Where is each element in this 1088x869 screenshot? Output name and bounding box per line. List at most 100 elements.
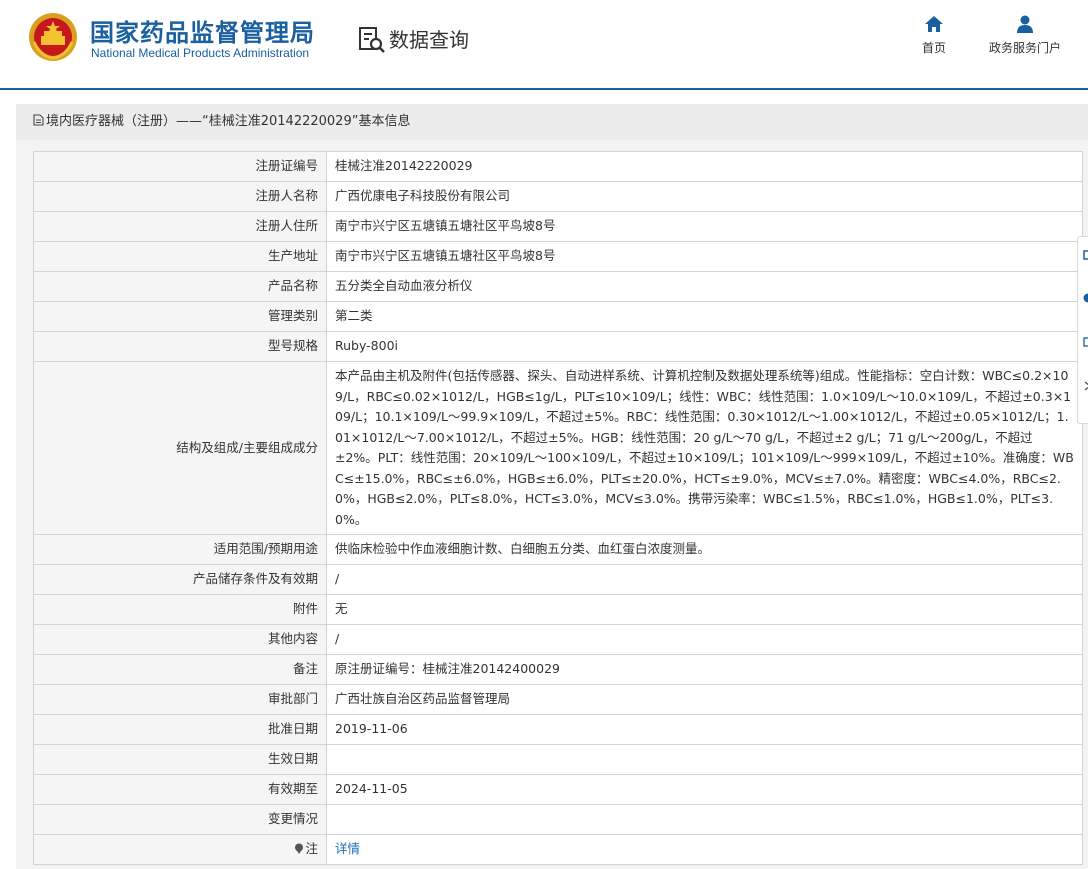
row-value: 南宁市兴宁区五塘镇五塘社区平鸟坡8号: [326, 241, 1083, 272]
info-table: 注册证编号 桂械注准20142220029 注册人名称 广西优康电子科技股份有限公司注…: [33, 151, 1083, 865]
row-label: 注册人名称: [33, 181, 327, 212]
row-label-text: 注: [305, 841, 318, 857]
row-value: /: [326, 624, 1083, 655]
row-value: 供临床检验中作血液细胞计数、白细胞五分类、血红蛋白浓度测量。: [326, 534, 1083, 565]
table-row: 管理类别 第二类: [33, 301, 1083, 332]
nav-service-portal-label: 政务服务门户: [988, 41, 1061, 55]
row-value: 桂械注准20142220029: [326, 151, 1083, 182]
table-row: 产品储存条件及有效期 /: [33, 564, 1083, 595]
row-value-text: 南宁市兴宁区五塘镇五塘社区平鸟坡8号: [335, 218, 556, 234]
detail-panel: 境内医疗器械（注册）——“桂械注准20142220029”基本信息 注册证编号 桂…: [16, 104, 1088, 869]
row-value-text: Ruby-800i: [335, 338, 399, 354]
document-icon: [33, 114, 44, 126]
row-label-text: 审批部门: [267, 691, 318, 707]
info-table-body: 注册证编号 桂械注准20142220029 注册人名称 广西优康电子科技股份有限公司注…: [33, 151, 1083, 865]
row-label-text: 注册证编号: [255, 158, 318, 174]
row-label: 其他内容: [33, 624, 327, 655]
table-row: 生产地址 南宁市兴宁区五塘镇五塘社区平鸟坡8号: [33, 241, 1083, 272]
row-value: [326, 744, 1083, 775]
row-label-text: 型号规格: [267, 338, 318, 354]
row-value: 第二类: [326, 301, 1083, 332]
table-row: 其他内容 /: [33, 624, 1083, 655]
national-emblem-icon: [29, 13, 77, 61]
row-label-text: 产品储存条件及有效期: [192, 571, 318, 587]
panel-title-bar: 境内医疗器械（注册）——“桂械注准20142220029”基本信息: [16, 104, 1088, 140]
row-value-text: 供临床检验中作血液细胞计数、白细胞五分类、血红蛋白浓度测量。: [335, 541, 711, 557]
row-label-text: 批准日期: [267, 721, 318, 737]
row-label: 产品储存条件及有效期: [33, 564, 327, 595]
row-label: 结构及组成/主要组成成分: [33, 361, 327, 535]
row-label-text: 注册人名称: [255, 188, 318, 204]
nav-service-portal[interactable]: 政务服务门户: [980, 15, 1070, 56]
section-title: 数据查询: [389, 28, 469, 52]
row-value: 广西壮族自治区药品监督管理局: [326, 684, 1083, 715]
row-value: 南宁市兴宁区五塘镇五塘社区平鸟坡8号: [326, 211, 1083, 242]
table-row: 注册证编号 桂械注准20142220029: [33, 151, 1083, 182]
table-row: 备注 原注册证编号：桂械注准20142400029: [33, 654, 1083, 685]
row-value: 广西优康电子科技股份有限公司: [326, 181, 1083, 212]
row-label: 管理类别: [33, 301, 327, 332]
site-header: 国家药品监督管理局 National Medical Products Admi…: [0, 0, 1088, 90]
row-label: 型号规格: [33, 331, 327, 362]
agency-name-cn: 国家药品监督管理局: [90, 19, 315, 47]
row-value-text: 广西壮族自治区药品监督管理局: [335, 691, 511, 707]
row-label: 注册证编号: [33, 151, 327, 182]
row-label: 变更情况: [33, 804, 327, 835]
chevron-right-icon[interactable]: [1083, 381, 1088, 391]
table-row: 审批部门 广西壮族自治区药品监督管理局: [33, 684, 1083, 715]
row-label-text: 变更情况: [267, 811, 318, 827]
nav-home-label: 首页: [921, 41, 946, 55]
row-value-text: 2019-11-06: [335, 721, 408, 737]
table-row: 变更情况: [33, 804, 1083, 835]
row-value-text: /: [335, 631, 340, 647]
home-icon: [925, 16, 943, 32]
detail-link[interactable]: 详情: [335, 841, 360, 856]
row-value-text: 五分类全自动血液分析仪: [335, 278, 473, 294]
row-value: /: [326, 564, 1083, 595]
table-row: 注册人名称 广西优康电子科技股份有限公司: [33, 181, 1083, 212]
row-label-text: 注册人住所: [255, 218, 318, 234]
row-value-text: 桂械注准20142220029: [335, 158, 473, 174]
row-label-text: 结构及组成/主要组成成分: [176, 439, 318, 455]
doc-tool-icon[interactable]: [1083, 250, 1088, 260]
row-label-text: 备注: [292, 661, 318, 677]
nav-home[interactable]: 首页: [914, 15, 954, 56]
floating-toolbar[interactable]: [1077, 236, 1088, 424]
circle-tool-icon[interactable]: [1083, 293, 1088, 303]
table-row: 结构及组成/主要组成成分 本产品由主机及附件(包括传感器、探头、自动进样系统、计算…: [33, 361, 1083, 535]
row-value-text: 第二类: [335, 308, 373, 324]
row-value: 详情: [326, 834, 1083, 865]
row-label: 批准日期: [33, 714, 327, 745]
row-label: 备注: [33, 654, 327, 685]
row-value-text: 2024-11-05: [335, 781, 408, 797]
row-label-text: 适用范围/预期用途: [213, 541, 318, 557]
table-row: 生效日期: [33, 744, 1083, 775]
row-value: Ruby-800i: [326, 331, 1083, 362]
row-label-text: 附件: [292, 601, 318, 617]
row-value-text: 无: [335, 601, 348, 617]
row-label: 生产地址: [33, 241, 327, 272]
row-label: 审批部门: [33, 684, 327, 715]
table-row: 适用范围/预期用途 供临床检验中作血液细胞计数、白细胞五分类、血红蛋白浓度测量。: [33, 534, 1083, 565]
table-row: 附件 无: [33, 594, 1083, 625]
row-label: 注册人住所: [33, 211, 327, 242]
data-query-icon: [359, 27, 385, 53]
row-label-text: 其他内容: [267, 631, 318, 647]
row-value-text: 南宁市兴宁区五塘镇五塘社区平鸟坡8号: [335, 248, 556, 264]
row-label: 生效日期: [33, 744, 327, 775]
row-label: 注: [33, 834, 327, 865]
row-value: 2024-11-05: [326, 774, 1083, 805]
row-label: 附件: [33, 594, 327, 625]
row-value-text: 原注册证编号：桂械注准20142400029: [335, 661, 560, 677]
row-value: 2019-11-06: [326, 714, 1083, 745]
row-value: 本产品由主机及附件(包括传感器、探头、自动进样系统、计算机控制及数据处理系统等)…: [326, 361, 1083, 535]
row-value: [326, 804, 1083, 835]
row-value-text: 本产品由主机及附件(包括传感器、探头、自动进样系统、计算机控制及数据处理系统等)…: [335, 368, 1074, 527]
table-row: 注 详情: [33, 834, 1083, 865]
user-icon: [1017, 15, 1033, 33]
row-label: 有效期至: [33, 774, 327, 805]
row-label: 适用范围/预期用途: [33, 534, 327, 565]
language-tool-icon[interactable]: [1083, 337, 1088, 347]
panel-title: 境内医疗器械（注册）——“桂械注准20142220029”基本信息: [46, 114, 411, 129]
row-label: 产品名称: [33, 271, 327, 302]
